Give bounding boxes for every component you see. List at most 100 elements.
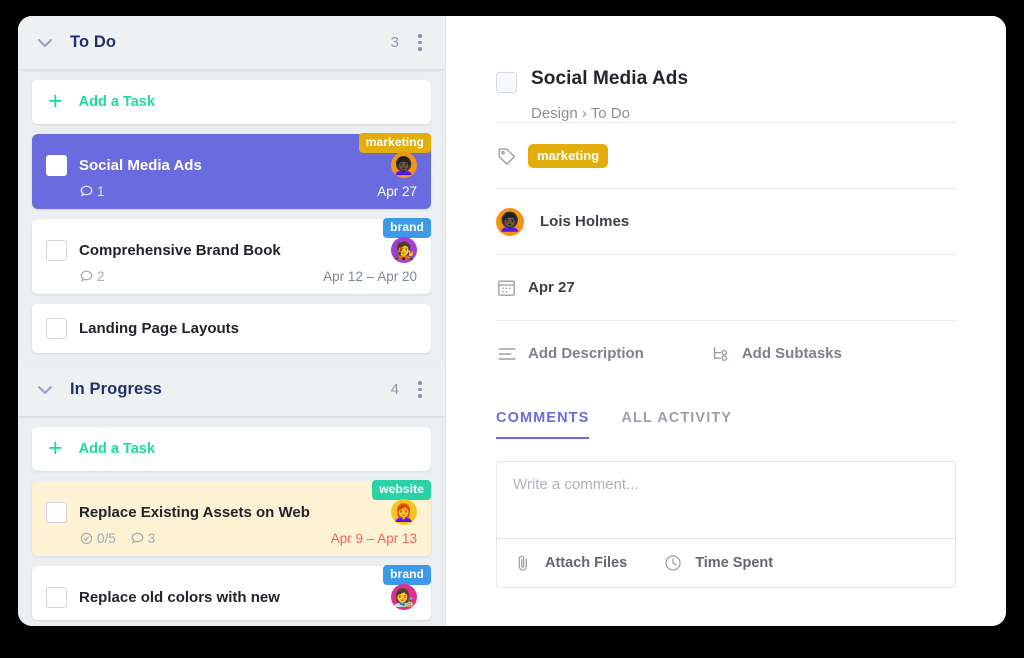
subtasks-icon: [710, 343, 742, 365]
comment-actions: Attach Files Time Spent: [497, 538, 955, 587]
avatar-face: 👩🏿‍🦱: [499, 213, 521, 231]
task-card[interactable]: brand Comprehensive Brand Book 🧑‍🎤 2 Apr…: [32, 219, 431, 294]
detail-tabs: COMMENTS ALL ACTIVITY: [496, 410, 956, 439]
comment-count-value: 1: [97, 184, 105, 199]
task-date: Apr 12 – Apr 20: [323, 269, 417, 284]
task-checkbox[interactable]: [46, 318, 67, 339]
task-date: Apr 9 – Apr 13: [331, 531, 417, 546]
chevron-down-icon[interactable]: [34, 379, 56, 401]
group-count: 3: [391, 34, 399, 51]
app-window: To Do 3 + Add a Task marketing Social Me…: [18, 16, 1006, 626]
attach-files-button[interactable]: Attach Files: [513, 553, 627, 573]
tag-icon: [496, 145, 528, 167]
avatar-face: 🧑‍🎤: [393, 242, 414, 259]
comment-count: 2: [79, 269, 105, 284]
plus-icon: +: [48, 436, 63, 461]
group-title: In Progress: [70, 380, 391, 399]
add-subtasks-button[interactable]: Add Subtasks: [710, 343, 842, 365]
task-tag[interactable]: brand: [383, 565, 431, 585]
avatar[interactable]: 🧑‍🎤: [391, 237, 417, 263]
task-title: Comprehensive Brand Book: [79, 242, 383, 259]
plus-icon: +: [48, 89, 63, 114]
comment-count: 3: [130, 531, 156, 546]
task-card-main: Comprehensive Brand Book 🧑‍🎤: [46, 237, 417, 263]
calendar-icon: [496, 277, 528, 298]
comment-input[interactable]: Write a comment...: [497, 462, 955, 538]
task-card-main: Replace Existing Assets on Web 👩‍🦰: [46, 499, 417, 525]
assignee-name: Lois Holmes: [540, 213, 629, 230]
task-title: Replace Existing Assets on Web: [79, 504, 383, 521]
group-body-in-progress: + Add a Task website Replace Existing As…: [18, 417, 445, 620]
time-spent-label: Time Spent: [695, 555, 773, 571]
group-header-todo[interactable]: To Do 3: [18, 16, 445, 70]
clock-icon: [663, 553, 683, 573]
avatar[interactable]: 👩‍🦰: [391, 499, 417, 525]
task-card[interactable]: marketing Social Media Ads 👩🏿‍🦱 1 Apr 27: [32, 134, 431, 209]
task-card[interactable]: website Replace Existing Assets on Web 👩…: [32, 481, 431, 556]
add-task-button-in-progress[interactable]: + Add a Task: [32, 427, 431, 471]
detail-task-checkbox[interactable]: [496, 72, 517, 93]
detail-row-assignee[interactable]: 👩🏿‍🦱 Lois Holmes: [496, 188, 956, 254]
avatar[interactable]: 👩🏿‍🦱: [391, 152, 417, 178]
tab-comments[interactable]: COMMENTS: [496, 410, 589, 439]
due-date-value: Apr 27: [528, 279, 575, 296]
avatar[interactable]: 👩🏿‍🦱: [496, 208, 524, 236]
group-menu-icon[interactable]: [411, 30, 429, 55]
breadcrumb: Design › To Do: [531, 105, 956, 122]
avatar-face: 👩🏿‍🦱: [393, 157, 414, 174]
task-detail-panel: Social Media Ads Design › To Do marketin…: [446, 16, 1006, 626]
add-description-label: Add Description: [528, 345, 644, 362]
task-board-column: To Do 3 + Add a Task marketing Social Me…: [18, 16, 446, 626]
description-icon: [496, 343, 528, 365]
tab-all-activity[interactable]: ALL ACTIVITY: [621, 410, 732, 439]
task-card-main: Replace old colors with new 👩‍🎨: [46, 584, 417, 610]
comment-count: 1: [79, 184, 105, 199]
group-menu-icon[interactable]: [411, 377, 429, 402]
detail-row-due-date[interactable]: Apr 27: [496, 254, 956, 320]
attach-files-label: Attach Files: [545, 555, 627, 571]
group-header-in-progress[interactable]: In Progress 4: [18, 363, 445, 417]
group-title: To Do: [70, 33, 391, 52]
task-title: Social Media Ads: [79, 157, 383, 174]
detail-tag[interactable]: marketing: [528, 144, 608, 168]
task-checkbox[interactable]: [46, 502, 67, 523]
detail-row-actions: Add Description Add Subtasks: [496, 320, 956, 386]
task-card-main: Landing Page Layouts: [46, 318, 417, 339]
task-date: Apr 27: [377, 184, 417, 199]
add-task-label: Add a Task: [79, 94, 155, 110]
task-title: Landing Page Layouts: [79, 320, 417, 337]
subtask-count: 0/5: [79, 531, 116, 546]
task-title: Replace old colors with new: [79, 589, 383, 606]
add-description-button[interactable]: Add Description: [496, 343, 644, 365]
group-body-todo: + Add a Task marketing Social Media Ads …: [18, 70, 445, 353]
time-spent-button[interactable]: Time Spent: [663, 553, 773, 573]
task-tag[interactable]: website: [372, 480, 431, 500]
add-task-button-todo[interactable]: + Add a Task: [32, 80, 431, 124]
add-subtasks-label: Add Subtasks: [742, 345, 842, 362]
avatar-face: 👩‍🦰: [393, 504, 414, 521]
task-checkbox[interactable]: [46, 155, 67, 176]
chevron-down-icon[interactable]: [34, 32, 56, 54]
page-title: Social Media Ads: [531, 68, 688, 90]
comment-composer: Write a comment... Attach Files Time Spe…: [496, 461, 956, 588]
task-card-meta: 0/5 3 Apr 9 – Apr 13: [46, 531, 417, 546]
avatar[interactable]: 👩‍🎨: [391, 584, 417, 610]
task-card[interactable]: Landing Page Layouts: [32, 304, 431, 353]
subtask-count-value: 0/5: [97, 531, 116, 546]
task-card-main: Social Media Ads 👩🏿‍🦱: [46, 152, 417, 178]
paperclip-icon: [513, 553, 533, 573]
detail-header: Social Media Ads: [496, 68, 956, 93]
task-tag[interactable]: brand: [383, 218, 431, 238]
task-card[interactable]: brand Replace old colors with new 👩‍🎨: [32, 566, 431, 620]
task-card-meta: 1 Apr 27: [46, 184, 417, 199]
group-count: 4: [391, 381, 399, 398]
task-checkbox[interactable]: [46, 240, 67, 261]
task-card-meta: 2 Apr 12 – Apr 20: [46, 269, 417, 284]
add-task-label: Add a Task: [79, 441, 155, 457]
detail-row-tags: marketing: [496, 122, 956, 188]
avatar-face: 👩‍🎨: [393, 589, 414, 606]
task-tag[interactable]: marketing: [359, 133, 431, 153]
task-checkbox[interactable]: [46, 587, 67, 608]
comment-count-value: 2: [97, 269, 105, 284]
comment-count-value: 3: [148, 531, 156, 546]
